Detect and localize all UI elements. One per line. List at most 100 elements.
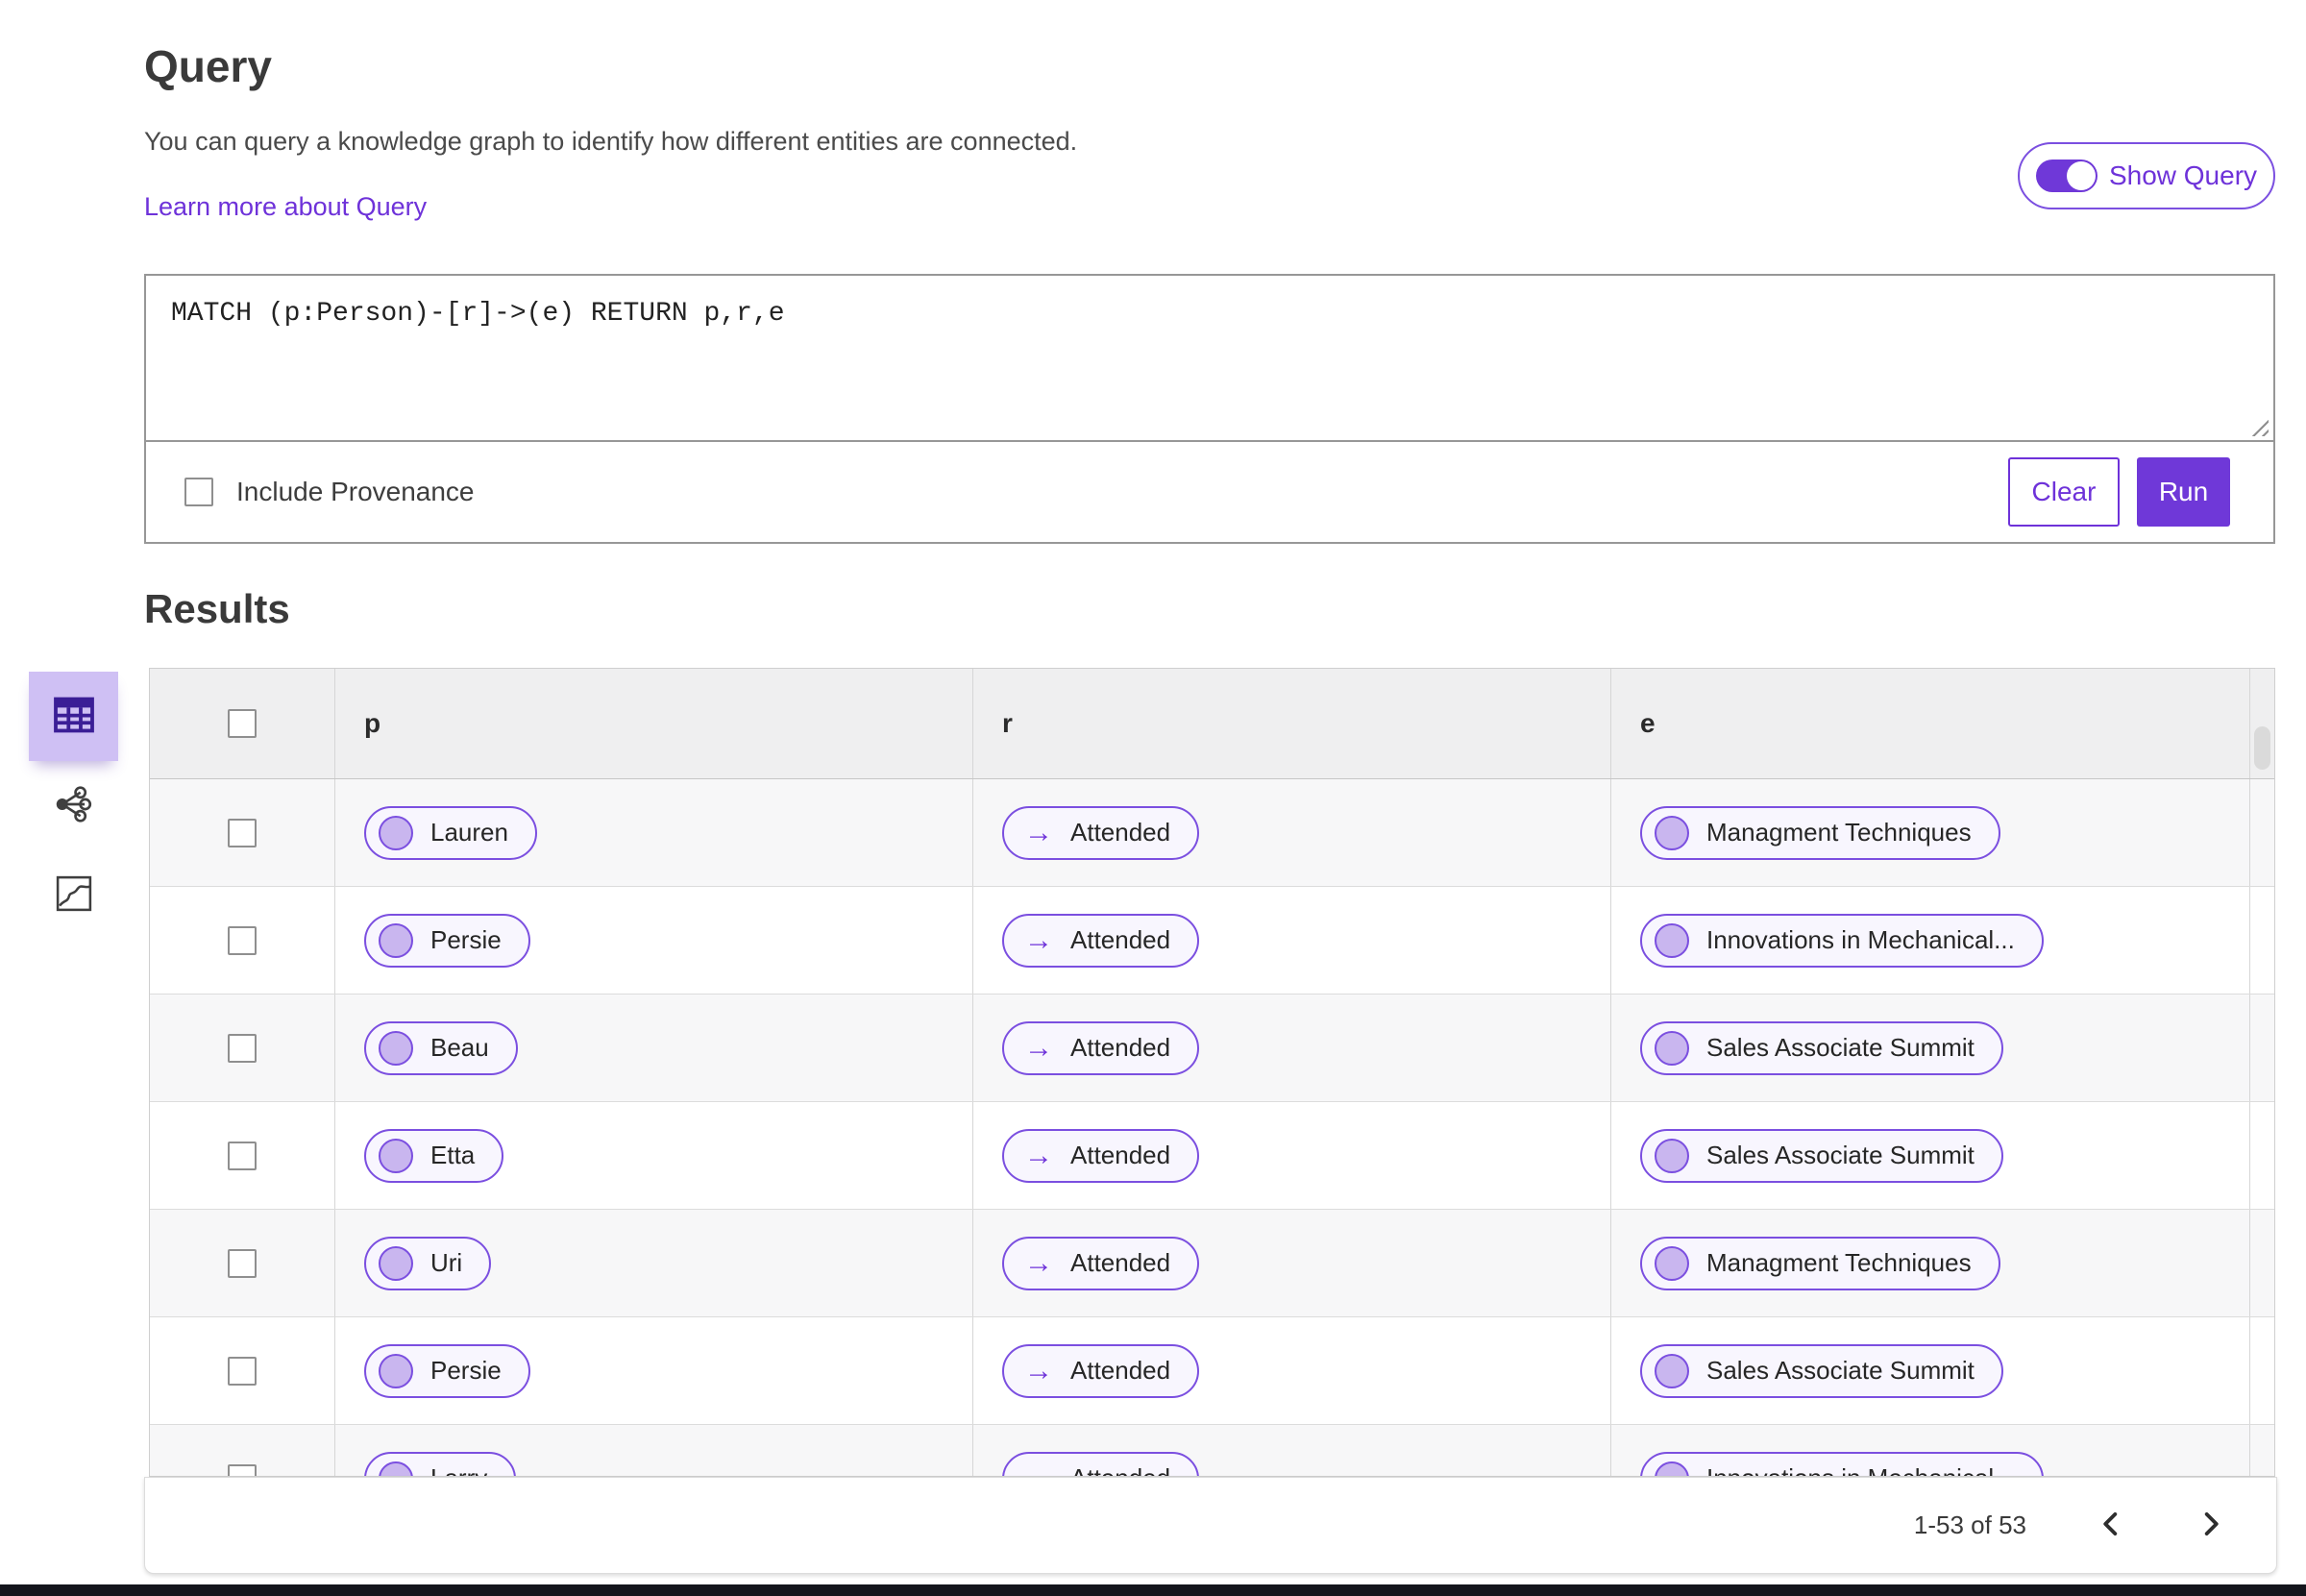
relation-arrow-icon: → xyxy=(1024,1139,1053,1171)
chevron-right-icon xyxy=(2199,1511,2222,1539)
circle-node-icon xyxy=(379,922,413,958)
entity-pill[interactable]: Persie xyxy=(364,1343,530,1398)
table-row: Uri → Attended Managment Techniques xyxy=(150,1210,2274,1317)
network-graph-icon xyxy=(55,785,93,826)
map-chart-icon xyxy=(56,875,92,915)
prev-page-button[interactable] xyxy=(2096,1508,2126,1543)
entity-pill[interactable]: Larry xyxy=(364,1451,517,1476)
relation-pill[interactable]: → Attended xyxy=(1002,1128,1200,1183)
toggle-knob xyxy=(2066,161,2096,190)
row-checkbox[interactable] xyxy=(228,1141,257,1170)
circle-node-icon xyxy=(379,1353,413,1388)
scrollbar-gutter xyxy=(2249,1102,2274,1209)
include-provenance-checkbox[interactable] xyxy=(184,478,213,506)
row-checkbox[interactable] xyxy=(228,1033,257,1063)
circle-node-icon xyxy=(379,1245,413,1281)
relation-arrow-icon: → xyxy=(1024,1354,1053,1387)
query-input[interactable]: MATCH (p:Person)-[r]->(e) RETURN p,r,e xyxy=(146,276,2273,440)
query-actions: Clear Run xyxy=(2008,457,2230,527)
scrollbar-gutter xyxy=(2249,1317,2274,1424)
table-row: Lauren → Attended Managment Techniques xyxy=(150,779,2274,887)
table-row: Persie → Attended Sales Associate Summit xyxy=(150,1317,2274,1425)
pagination-range: 1-53 of 53 xyxy=(1913,1510,2026,1539)
graph-view-button[interactable] xyxy=(29,761,118,850)
row-checkbox[interactable] xyxy=(228,925,257,955)
column-header-p[interactable]: p xyxy=(364,708,380,739)
clear-button[interactable]: Clear xyxy=(2008,457,2120,527)
learn-more-link[interactable]: Learn more about Query xyxy=(144,192,427,222)
relation-pill[interactable]: → Attended xyxy=(1002,1020,1200,1075)
entity-pill[interactable]: Managment Techniques xyxy=(1640,1236,2000,1290)
map-view-button[interactable] xyxy=(29,850,118,940)
show-query-toggle[interactable]: Show Query xyxy=(2018,142,2275,209)
circle-node-icon xyxy=(379,1030,413,1066)
query-editor: MATCH (p:Person)-[r]->(e) RETURN p,r,e xyxy=(146,276,2273,442)
show-query-label: Show Query xyxy=(2108,160,2258,190)
circle-node-icon xyxy=(1655,815,1689,850)
results-table: p r e Lauren → Attended Managment Techni… xyxy=(149,668,2275,1477)
table-row: Etta → Attended Sales Associate Summit xyxy=(150,1102,2274,1210)
table-header: p r e xyxy=(150,669,2274,779)
circle-node-icon xyxy=(1655,1461,1689,1476)
page-description: You can query a knowledge graph to ident… xyxy=(144,127,1078,156)
page-title: Query xyxy=(144,41,272,91)
column-header-e[interactable]: e xyxy=(1640,708,1656,739)
circle-node-icon xyxy=(379,1138,413,1173)
scrollbar-gutter xyxy=(2249,994,2274,1101)
relation-pill[interactable]: → Attended xyxy=(1002,1451,1200,1476)
relation-arrow-icon: → xyxy=(1017,1463,1053,1476)
relation-pill[interactable]: → Attended xyxy=(1002,805,1200,860)
row-checkbox[interactable] xyxy=(228,818,257,847)
next-page-button[interactable] xyxy=(2196,1508,2226,1543)
scrollbar-gutter xyxy=(2249,887,2274,994)
relation-pill[interactable]: → Attended xyxy=(1002,1343,1200,1398)
query-panel: MATCH (p:Person)-[r]->(e) RETURN p,r,e I… xyxy=(144,274,2275,544)
entity-pill[interactable]: Sales Associate Summit xyxy=(1640,1020,2003,1075)
relation-arrow-icon: → xyxy=(1024,1031,1053,1064)
query-page: Query You can query a knowledge graph to… xyxy=(0,0,2306,1596)
view-switcher xyxy=(29,672,118,940)
entity-pill[interactable]: Uri xyxy=(364,1236,492,1290)
entity-pill[interactable]: Managment Techniques xyxy=(1640,805,2000,860)
table-body: Lauren → Attended Managment Techniques P… xyxy=(150,779,2274,1476)
circle-node-icon xyxy=(1655,1353,1689,1388)
table-view-button[interactable] xyxy=(29,672,118,761)
results-title: Results xyxy=(144,586,290,631)
entity-pill[interactable]: Innovations in Mechanical... xyxy=(1640,913,2044,968)
row-checkbox[interactable] xyxy=(228,1356,257,1386)
table-row: Beau → Attended Sales Associate Summit xyxy=(150,994,2274,1102)
relation-pill[interactable]: → Attended xyxy=(1002,1236,1200,1290)
run-button[interactable]: Run xyxy=(2137,457,2230,527)
table-icon xyxy=(53,697,95,736)
include-provenance-label: Include Provenance xyxy=(236,477,475,506)
entity-pill[interactable]: Sales Associate Summit xyxy=(1640,1343,2003,1398)
circle-node-icon xyxy=(1655,922,1689,958)
circle-node-icon xyxy=(1655,1030,1689,1066)
entity-pill[interactable]: Etta xyxy=(364,1128,504,1183)
column-header-r[interactable]: r xyxy=(1002,708,1013,739)
entity-pill[interactable]: Sales Associate Summit xyxy=(1640,1128,2003,1183)
circle-node-icon xyxy=(1655,1245,1689,1281)
vertical-scrollbar[interactable] xyxy=(2254,726,2270,770)
scrollbar-gutter xyxy=(2249,779,2274,886)
window-bottom-edge xyxy=(0,1584,2306,1596)
row-checkbox[interactable] xyxy=(228,1248,257,1278)
table-row: Persie → Attended Innovations in Mechani… xyxy=(150,887,2274,994)
select-all-checkbox[interactable] xyxy=(228,709,257,738)
relation-arrow-icon: → xyxy=(1024,923,1053,956)
toggle-switch-icon[interactable] xyxy=(2035,160,2097,192)
entity-pill[interactable]: Lauren xyxy=(364,805,537,860)
row-checkbox[interactable] xyxy=(228,1463,257,1476)
relation-pill[interactable]: → Attended xyxy=(1002,913,1200,968)
entity-pill[interactable]: Beau xyxy=(364,1020,518,1075)
relation-arrow-icon: → xyxy=(1024,816,1053,848)
scrollbar-gutter xyxy=(2249,1210,2274,1316)
entity-pill[interactable]: Innovations in Mechanical... xyxy=(1640,1451,2044,1476)
include-provenance[interactable]: Include Provenance xyxy=(184,477,475,507)
circle-node-icon xyxy=(1655,1138,1689,1173)
relation-arrow-icon: → xyxy=(1024,1246,1053,1279)
pagination-bar: 1-53 of 53 xyxy=(144,1477,2277,1574)
entity-pill[interactable]: Persie xyxy=(364,913,530,968)
chevron-left-icon xyxy=(2099,1511,2122,1539)
table-row: Larry → Attended Innovations in Mechanic… xyxy=(150,1425,2274,1476)
